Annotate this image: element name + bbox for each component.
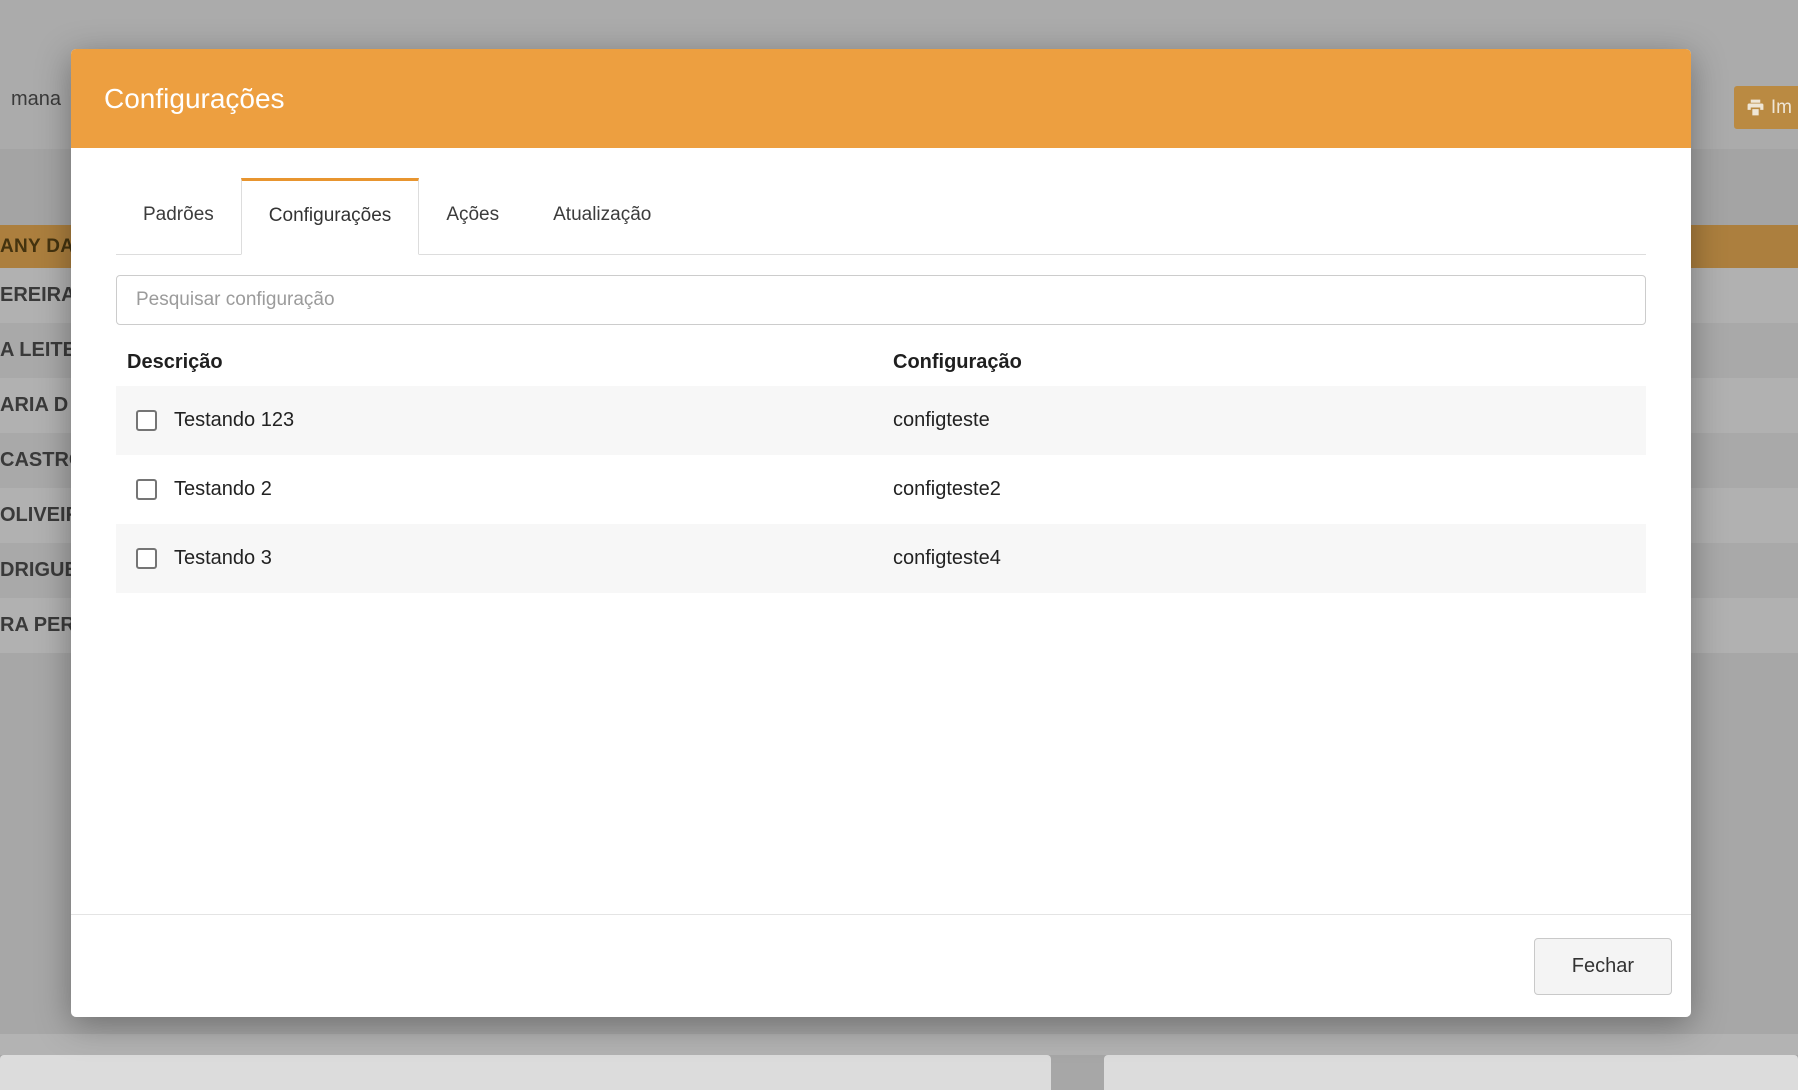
modal-body: Padrões Configurações Ações Atualização … <box>71 148 1691 914</box>
settings-modal: Configurações Padrões Configurações Açõe… <box>71 49 1691 1017</box>
background-row-fragment: A LEITE <box>0 339 76 362</box>
row-configuration: configteste <box>893 409 1646 432</box>
row-configuration: configteste2 <box>893 478 1646 501</box>
table-body: Testando 123 configteste Testando 2 conf… <box>116 386 1646 593</box>
row-checkbox[interactable] <box>136 479 157 500</box>
modal-header: Configurações <box>71 49 1691 148</box>
tab-atualizacao[interactable]: Atualização <box>526 178 678 254</box>
row-description: Testando 123 <box>174 409 294 432</box>
modal-title: Configurações <box>104 83 285 115</box>
print-button-label: Im <box>1771 97 1792 119</box>
row-checkbox[interactable] <box>136 410 157 431</box>
background-row-fragment: EREIRA <box>0 284 76 307</box>
background-row-fragment: RA PER <box>0 614 75 637</box>
toolbar-text-fragment: mana <box>11 88 61 111</box>
row-description: Testando 3 <box>174 547 272 570</box>
column-header-configuracao: Configuração <box>893 351 1646 374</box>
modal-footer: Fechar <box>71 914 1691 1017</box>
background-header-fragment: ANY DA <box>0 236 74 258</box>
background-row-fragment: OLIVEIR <box>0 504 80 527</box>
search-input[interactable] <box>116 275 1646 325</box>
tab-acoes[interactable]: Ações <box>419 178 526 254</box>
row-description: Testando 2 <box>174 478 272 501</box>
table-row: Testando 2 configteste2 <box>116 455 1646 524</box>
print-button: Im <box>1734 86 1798 129</box>
background-row-fragment: ARIA D <box>0 394 68 417</box>
background-panel-left <box>0 1055 1051 1090</box>
tab-bar: Padrões Configurações Ações Atualização <box>116 178 1646 255</box>
table-row: Testando 3 configteste4 <box>116 524 1646 593</box>
background-panel-right <box>1104 1055 1798 1090</box>
column-header-descricao: Descrição <box>116 351 893 374</box>
close-button[interactable]: Fechar <box>1534 938 1672 995</box>
tab-padroes[interactable]: Padrões <box>116 178 241 254</box>
table-row: Testando 123 configteste <box>116 386 1646 455</box>
table-header: Descrição Configuração <box>116 351 1646 386</box>
tab-configuracoes[interactable]: Configurações <box>241 178 420 255</box>
background-bottom-stripe <box>0 1034 1798 1055</box>
printer-icon <box>1746 98 1765 117</box>
row-configuration: configteste4 <box>893 547 1646 570</box>
row-checkbox[interactable] <box>136 548 157 569</box>
